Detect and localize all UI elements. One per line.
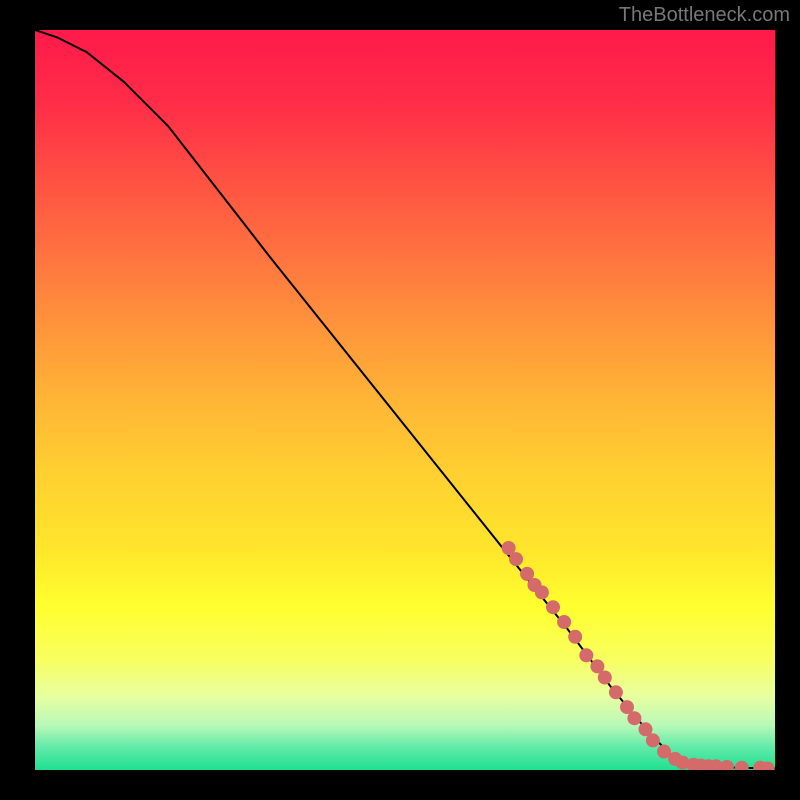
data-point <box>735 761 749 770</box>
main-curve <box>35 30 775 769</box>
data-point <box>627 711 641 725</box>
data-points <box>502 541 775 770</box>
data-point <box>598 671 612 685</box>
data-point <box>568 630 582 644</box>
chart-plot-area <box>35 30 775 770</box>
data-point <box>557 615 571 629</box>
data-point <box>646 733 660 747</box>
data-point <box>509 552 523 566</box>
chart-curve-layer <box>35 30 775 770</box>
data-point <box>720 760 734 770</box>
data-point <box>579 648 593 662</box>
data-point <box>535 585 549 599</box>
data-point <box>546 600 560 614</box>
data-point <box>609 685 623 699</box>
watermark-text: TheBottleneck.com <box>619 4 790 27</box>
